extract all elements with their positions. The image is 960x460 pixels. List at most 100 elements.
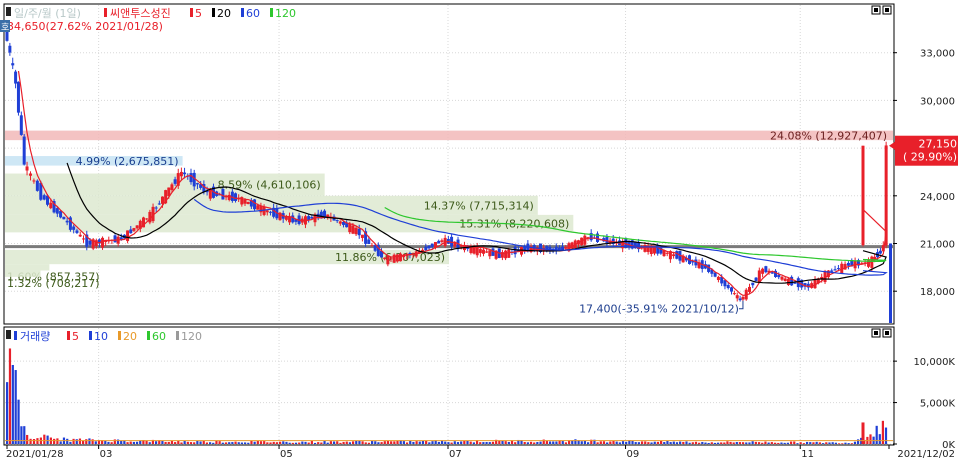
volume-bar <box>653 441 656 444</box>
volume-bar <box>656 441 660 444</box>
candle-body <box>75 230 79 233</box>
volume-bar <box>154 441 158 444</box>
volume-bar <box>707 442 710 444</box>
volume-bar <box>669 442 672 444</box>
volume-bar <box>799 442 802 444</box>
volume-bar <box>390 441 393 444</box>
volume-bar <box>78 438 82 444</box>
volume-bar <box>663 442 666 444</box>
volume-bar <box>237 442 240 444</box>
candle-body <box>189 173 193 183</box>
legend-ma-marker <box>176 331 179 340</box>
volume-bar <box>523 441 526 444</box>
volume-bar <box>412 441 415 444</box>
legend-ma-label: 20 <box>123 330 137 343</box>
volume-bar <box>148 442 151 444</box>
volume-bar <box>240 442 244 444</box>
candle-body <box>386 255 390 265</box>
volume-bar <box>694 441 698 444</box>
high-note: 34,650(27.62% 2021/01/28) <box>7 20 163 33</box>
volume-bar <box>263 441 266 444</box>
volume-bar <box>834 442 837 444</box>
volume-bar <box>256 440 259 444</box>
volume-bar <box>320 442 323 444</box>
volume-bar <box>757 442 761 444</box>
legend-ma-label: 10 <box>94 330 108 343</box>
volume-bar <box>745 442 748 444</box>
volume-bar <box>647 442 650 444</box>
candle-body <box>777 274 781 278</box>
candle-body <box>830 270 834 272</box>
candle-body <box>256 205 260 210</box>
candle-body <box>113 235 117 243</box>
candle-body <box>243 199 247 204</box>
legend-faded-label: 일/주/월 (1일) <box>14 6 81 20</box>
candle-body <box>761 268 765 274</box>
volume-bar <box>818 442 821 444</box>
volume-bar <box>561 441 564 444</box>
volume-bar <box>120 440 123 444</box>
volume-bar <box>218 441 221 444</box>
volume-bar <box>205 442 209 444</box>
volume-bar <box>107 441 110 444</box>
volume-bar <box>310 440 313 444</box>
volume-bar <box>66 438 69 444</box>
volume-profile-label: 1.32% (708,217) <box>7 277 100 290</box>
volume-bar <box>720 442 723 444</box>
volume-bar <box>748 442 751 444</box>
volume-bar <box>847 443 850 444</box>
volume-bar <box>345 441 348 444</box>
volume-bar <box>212 442 215 444</box>
volume-bar <box>351 441 355 444</box>
volume-bar <box>32 439 36 444</box>
volume-bar <box>180 442 183 444</box>
volume-bar <box>875 425 878 444</box>
volume-bar <box>174 442 177 444</box>
volume-bar <box>675 442 679 444</box>
volume-bar <box>491 441 495 444</box>
legend-ma-label: 60 <box>152 330 166 343</box>
volume-bar <box>479 442 482 444</box>
volume-bar <box>405 442 409 444</box>
volume-bar <box>770 442 773 444</box>
volume-bar <box>507 441 510 444</box>
volume-bar <box>301 441 304 444</box>
candle-body <box>482 249 486 254</box>
volume-bar <box>282 441 285 444</box>
candle-body <box>437 240 441 244</box>
volume-bar <box>841 443 844 444</box>
volume-bar <box>761 442 764 444</box>
candle-body <box>507 249 511 258</box>
legend-series-name: 씨앤투스성진 <box>110 7 171 20</box>
candle-body <box>230 191 234 201</box>
candle-body <box>145 218 149 220</box>
volume-bar <box>583 440 587 444</box>
candle-body <box>741 296 745 300</box>
volume-bar <box>780 442 783 444</box>
date-tick-label: 07 <box>449 449 462 460</box>
candle-body <box>491 248 495 256</box>
volume-bar <box>767 442 770 444</box>
volume-bar <box>754 441 757 444</box>
volume-bar <box>615 441 618 444</box>
volume-bar <box>189 442 193 444</box>
candle-body <box>861 145 865 246</box>
volume-bar <box>447 442 450 444</box>
volume-bar <box>609 441 612 444</box>
volume-bar <box>621 441 625 444</box>
volume-bar <box>26 434 29 444</box>
volume-bar <box>250 440 253 444</box>
volume-bar <box>215 440 218 444</box>
candle-body <box>160 196 164 204</box>
candle-body <box>472 246 476 254</box>
volume-bar <box>574 439 577 444</box>
volume-profile-label: 24.08% (12,927,407) <box>770 129 887 142</box>
legend-series-marker <box>104 8 107 17</box>
candle-body <box>836 268 840 270</box>
candle-body <box>643 244 647 252</box>
candle-body <box>732 293 736 295</box>
legend-ma-label: 120 <box>275 7 296 20</box>
volume-bar <box>371 441 374 444</box>
volume-bar <box>533 442 536 444</box>
volume-bar <box>850 443 853 444</box>
